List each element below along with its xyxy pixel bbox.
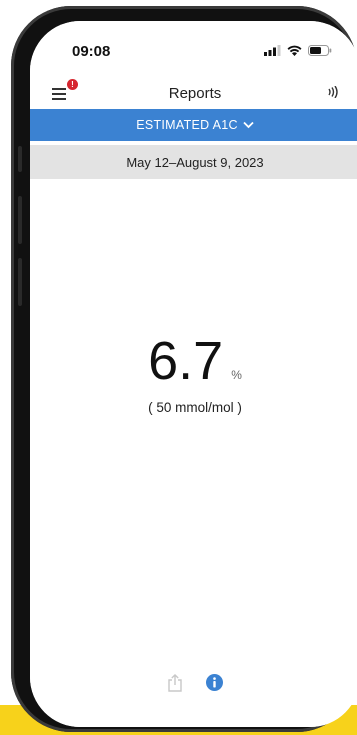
date-range-text: May 12–August 9, 2023 xyxy=(126,154,264,170)
a1c-value: 6.7 xyxy=(148,331,224,391)
status-time: 09:08 xyxy=(72,43,111,60)
report-type-label: ESTIMATED A1C xyxy=(136,118,238,132)
a1c-result: 6.7 % ( 50 mmol/mol ) xyxy=(30,334,357,415)
report-type-dropdown[interactable]: ESTIMATED A1C xyxy=(30,109,357,141)
a1c-mmol-value: ( 50 mmol/mol ) xyxy=(148,400,242,415)
wifi-icon xyxy=(287,45,302,56)
bottom-toolbar xyxy=(30,674,357,692)
a1c-unit: % xyxy=(231,368,242,382)
phone-button xyxy=(18,196,22,244)
a1c-value-row: 6.7 % xyxy=(30,334,357,388)
share-button[interactable] xyxy=(167,674,182,692)
date-range-bar: May 12–August 9, 2023 xyxy=(30,145,357,179)
share-icon xyxy=(167,674,182,692)
info-button[interactable] xyxy=(205,674,223,692)
phone-button xyxy=(18,146,22,172)
phone-button xyxy=(18,258,22,306)
status-bar: 09:08 xyxy=(30,21,357,69)
info-icon xyxy=(205,674,223,691)
status-icons xyxy=(264,45,332,56)
battery-icon xyxy=(308,45,332,56)
app-screen: 09:08 ! Reports ESTIMATED A1C May 12–Aug… xyxy=(30,21,357,727)
page-title: Reports xyxy=(168,85,222,102)
chevron-down-icon xyxy=(243,121,254,129)
signal-icon xyxy=(264,45,281,56)
nfc-scan-icon[interactable] xyxy=(326,86,340,98)
